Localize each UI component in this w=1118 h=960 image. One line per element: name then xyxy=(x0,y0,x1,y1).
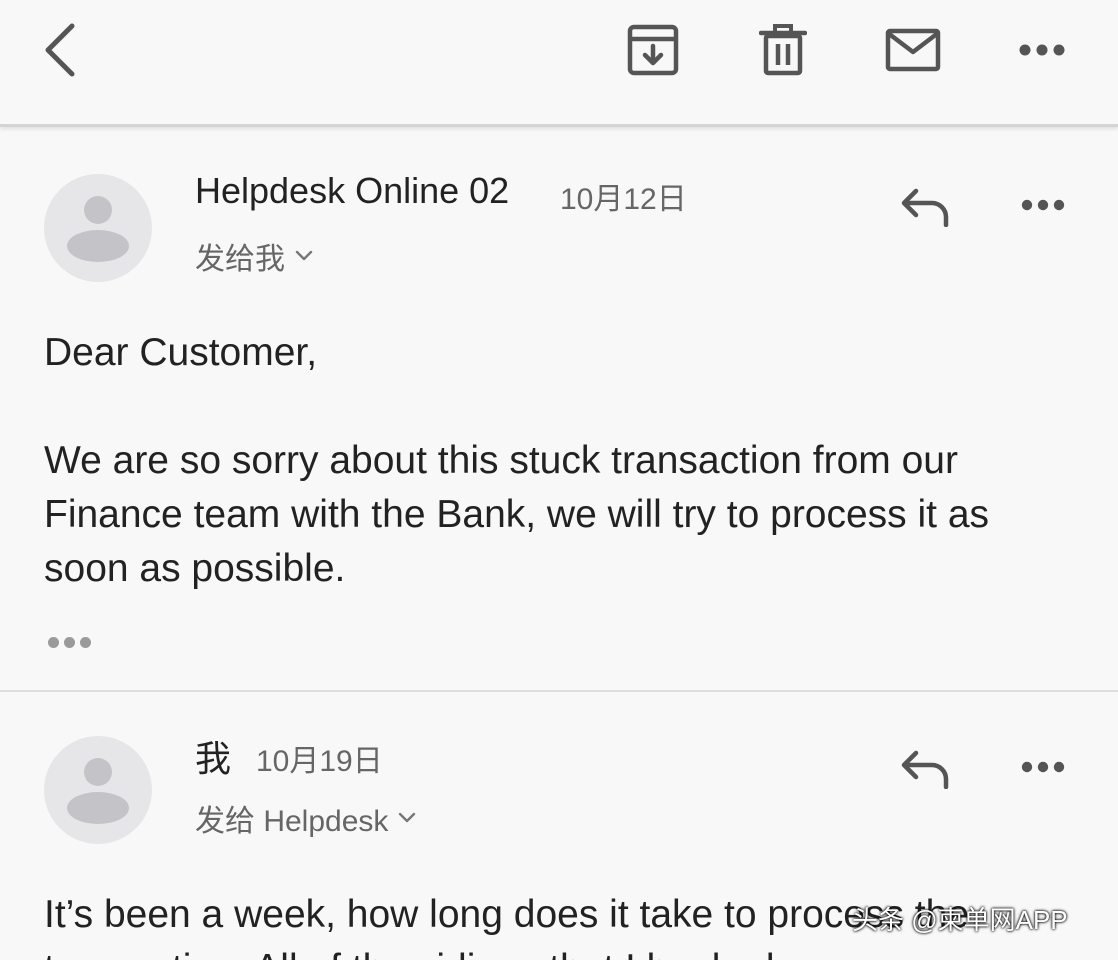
avatar xyxy=(44,736,152,844)
message-more-button[interactable] xyxy=(1014,742,1072,792)
recipient-label: 发给 Helpdesk xyxy=(195,805,389,838)
message-date: 10月19日 xyxy=(256,745,383,778)
sender-name: 我 xyxy=(195,738,232,779)
back-button[interactable] xyxy=(30,18,90,82)
avatar-body-shape xyxy=(67,230,129,262)
more-horizontal-icon xyxy=(1019,44,1065,56)
envelope-icon xyxy=(885,28,941,72)
message-item: Helpdesk Online 02 10月12日 发给我 Dear Custo… xyxy=(0,130,1118,688)
mark-unread-button[interactable] xyxy=(880,18,946,82)
dot xyxy=(48,636,59,648)
more-horizontal-icon xyxy=(1021,761,1065,773)
avatar-body-shape xyxy=(67,792,129,824)
body-paragraph: We are so sorry about this stuck transac… xyxy=(44,439,990,590)
dot xyxy=(80,636,91,648)
message-more-button[interactable] xyxy=(1014,180,1072,230)
reply-button[interactable] xyxy=(896,744,954,794)
more-options-button[interactable] xyxy=(1012,18,1072,82)
email-thread-screen: Helpdesk Online 02 10月12日 发给我 Dear Custo… xyxy=(0,0,1118,960)
delete-button[interactable] xyxy=(752,18,814,82)
show-trimmed-content-button[interactable] xyxy=(48,632,94,652)
chevron-down-icon xyxy=(295,250,313,262)
archive-button[interactable] xyxy=(620,18,686,82)
avatar-head-shape xyxy=(84,196,112,224)
message-date: 10月12日 xyxy=(560,183,687,216)
message-body: Dear Customer, We are so sorry about thi… xyxy=(44,326,1084,596)
avatar-head-shape xyxy=(84,758,112,786)
chevron-down-icon xyxy=(398,812,416,824)
recipient-toggle[interactable]: 发给我 xyxy=(195,234,313,278)
recipient-label: 发给我 xyxy=(195,243,285,276)
more-horizontal-icon xyxy=(1021,199,1065,211)
recipient-toggle[interactable]: 发给 Helpdesk xyxy=(195,796,416,840)
trash-icon xyxy=(759,24,807,76)
top-toolbar xyxy=(0,0,1118,127)
watermark: 头条 @柬单网APP xyxy=(852,905,1068,935)
reply-icon xyxy=(901,188,949,227)
reply-icon xyxy=(901,750,949,789)
sender-name: Helpdesk Online 02 xyxy=(195,170,510,211)
chevron-left-icon xyxy=(45,23,75,77)
avatar xyxy=(44,174,152,282)
reply-button[interactable] xyxy=(896,182,954,232)
body-paragraph: Dear Customer, xyxy=(44,331,318,374)
dot xyxy=(64,636,75,648)
archive-icon xyxy=(627,24,679,76)
